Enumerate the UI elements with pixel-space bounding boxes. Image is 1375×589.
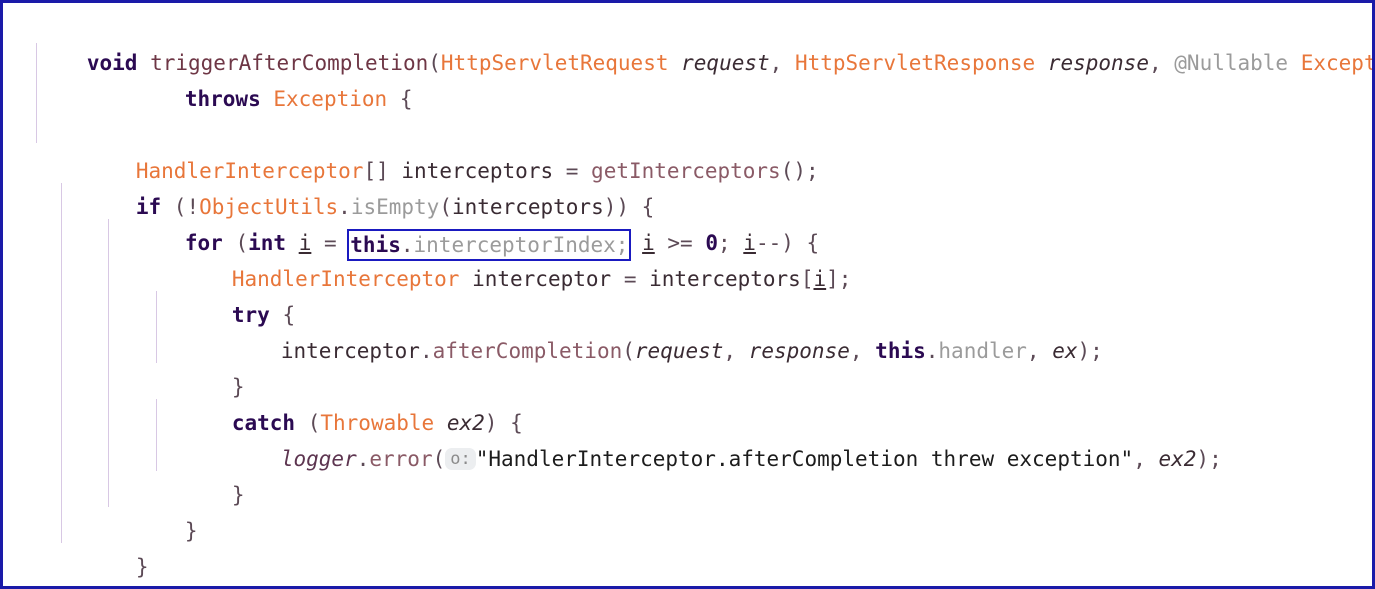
code-line-5[interactable]: if (!ObjectUtils.isEmpty(interceptors)) …: [11, 153, 1372, 219]
code-line-9[interactable]: interceptor.afterCompletion(request, res…: [11, 297, 1372, 363]
code-line-8[interactable]: try {: [11, 261, 1372, 327]
type-Exception-2: Exception: [273, 87, 388, 111]
space-7: [387, 87, 400, 111]
space-6: [261, 87, 274, 111]
keyword-throws: throws: [184, 87, 261, 111]
code-line-16[interactable]: }: [11, 549, 1372, 585]
code-line-12[interactable]: logger.error(o: "HandlerInterceptor.after…: [11, 405, 1372, 471]
code-line-13[interactable]: }: [11, 441, 1372, 507]
code-line-4[interactable]: HandlerInterceptor[] interceptors = getI…: [11, 117, 1372, 183]
code-line-15[interactable]: }: [11, 513, 1372, 579]
code-line-1[interactable]: void triggerAfterCompletion(HttpServletR…: [11, 9, 1372, 75]
code-line-7[interactable]: HandlerInterceptor interceptor = interce…: [11, 225, 1372, 291]
code-line-2[interactable]: throws Exception {: [11, 45, 1372, 111]
code-line-6[interactable]: for (int i = this.interceptorIndex; i >=…: [11, 189, 1372, 261]
code-surface[interactable]: void triggerAfterCompletion(HttpServletR…: [3, 3, 1372, 586]
code-line-10[interactable]: }: [11, 333, 1372, 399]
code-editor-frame: void triggerAfterCompletion(HttpServletR…: [0, 0, 1375, 589]
code-line-11[interactable]: catch (Throwable ex2) {: [11, 369, 1372, 435]
brace-open-method: {: [399, 87, 413, 111]
code-line-14[interactable]: }: [11, 477, 1372, 543]
